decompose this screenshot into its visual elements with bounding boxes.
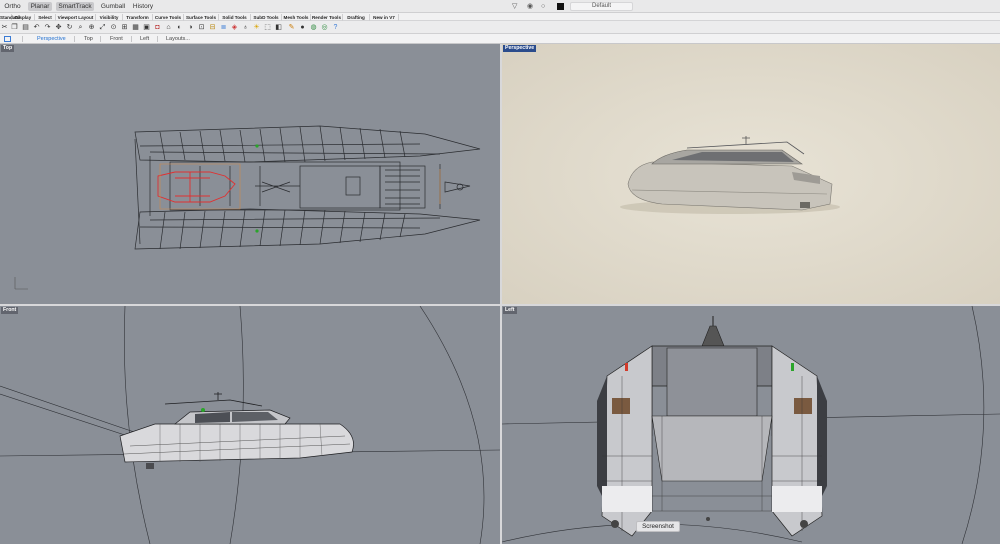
front-viewport[interactable]: Front	[0, 306, 500, 544]
zoom-icon[interactable]: ⌕	[76, 23, 85, 32]
tab-viewport-layout[interactable]: Viewport Layout	[56, 14, 96, 21]
material-icon[interactable]: ✎	[287, 23, 296, 32]
tab-drafting[interactable]: Drafting	[343, 14, 370, 21]
shaded-sphere-icon[interactable]: ●	[298, 23, 307, 32]
tab-separator	[22, 36, 23, 42]
tab-render-tools[interactable]: Render Tools	[311, 14, 343, 21]
front-viewport-title[interactable]: Front	[1, 307, 19, 314]
paste-icon[interactable]: ▤	[21, 23, 30, 32]
hide-icon[interactable]: ◐	[175, 23, 184, 32]
redo-icon[interactable]: ↷	[43, 23, 52, 32]
zoom-extents-icon[interactable]: ⤢	[98, 23, 107, 32]
planar-toggle[interactable]: Planar	[28, 2, 52, 11]
properties-icon[interactable]: ◈	[230, 23, 239, 32]
render-icon[interactable]: ◧	[274, 23, 283, 32]
help-icon[interactable]: ?	[331, 23, 340, 32]
tab-separator	[100, 36, 101, 42]
tab-select[interactable]: Select	[35, 14, 56, 21]
tab-curve-tools[interactable]: Curve Tools	[153, 14, 184, 21]
pan-icon[interactable]: ✥	[54, 23, 63, 32]
eye-icon[interactable]: ◉	[527, 2, 533, 11]
tab-new-in-v7[interactable]: New in V7	[370, 14, 399, 21]
ortho-toggle[interactable]: Ortho	[2, 2, 23, 11]
tab-mesh-tools[interactable]: Mesh Tools	[282, 14, 311, 21]
perspective-viewport[interactable]: Perspective	[502, 44, 1000, 304]
bulb-icon[interactable]: ♁	[241, 23, 250, 32]
left-view-wireframe	[502, 306, 1000, 544]
status-bar: Ortho Planar SmartTrack Gumball History …	[0, 0, 1000, 13]
viewport-divider-vertical[interactable]	[500, 44, 502, 544]
left-viewport-title[interactable]: Left	[503, 307, 517, 314]
show-icon[interactable]: ◑	[186, 23, 195, 32]
copy-icon[interactable]: ❐	[10, 23, 19, 32]
light-icon[interactable]: ☀	[252, 23, 261, 32]
four-viewports-icon[interactable]: ⊞	[120, 23, 129, 32]
gumball-toggle[interactable]: Gumball	[100, 2, 126, 11]
tab-layouts[interactable]: Layouts...	[166, 34, 190, 44]
viewport-divider-horizontal[interactable]	[0, 304, 1000, 306]
standard-toolbar: ✂ ❐ ▤ ↶ ↷ ✥ ↻ ⌕ ⊕ ⤢ ⊙ ⊞ ▦ ▣ ◘ ⌂ ◐ ◑ ⊡ ⊟ …	[0, 21, 1000, 34]
viewport-tabs: Perspective Top Front Left Layouts...	[0, 34, 1000, 44]
tab-separator	[131, 36, 132, 42]
top-viewport-title[interactable]: Top	[1, 45, 15, 52]
named-views-icon[interactable]: ▣	[142, 23, 151, 32]
tab-solid-tools[interactable]: Solid Tools	[219, 14, 251, 21]
filter-icon[interactable]: ▽	[512, 2, 517, 11]
viewport-grid-icon[interactable]	[4, 36, 11, 42]
options-icon[interactable]: ◎	[320, 23, 329, 32]
left-viewport[interactable]: Left	[502, 306, 1000, 544]
unlock-icon[interactable]: ⊟	[208, 23, 217, 32]
tab-front[interactable]: Front	[110, 34, 123, 44]
layer-icon[interactable]: ≣	[219, 23, 228, 32]
tab-separator	[74, 36, 75, 42]
tab-subd-tools[interactable]: SubD Tools	[251, 14, 282, 21]
tab-perspective[interactable]: Perspective	[37, 34, 66, 44]
cut-icon[interactable]: ✂	[0, 23, 9, 32]
tab-standard[interactable]: Standard	[0, 14, 20, 21]
zoom-selected-icon[interactable]: ⊙	[109, 23, 118, 32]
lock-icon[interactable]: ⊡	[197, 23, 206, 32]
tab-display[interactable]: Display	[12, 14, 35, 21]
top-viewport[interactable]: Top	[0, 44, 500, 304]
current-layer-field[interactable]: Default	[570, 2, 633, 11]
layer-color-swatch[interactable]	[557, 3, 564, 10]
camera-icon[interactable]: ◘	[153, 23, 162, 32]
perspective-render	[502, 44, 1000, 304]
perspective-viewport-title[interactable]: Perspective	[503, 45, 537, 52]
screenshot-tooltip: Screenshot	[636, 521, 680, 532]
tab-visibility[interactable]: Visibility	[96, 14, 123, 21]
trash-icon[interactable]: ⌂	[164, 23, 173, 32]
tab-left[interactable]: Left	[140, 34, 149, 44]
tab-separator	[157, 36, 158, 42]
smarttrack-toggle[interactable]: SmartTrack	[56, 2, 94, 11]
front-view-wireframe	[0, 306, 500, 544]
rhino-window: Ortho Planar SmartTrack Gumball History …	[0, 0, 1000, 544]
world-icon[interactable]: ◍	[309, 23, 318, 32]
circle-icon[interactable]: ○	[541, 2, 545, 11]
toolbar-tabs: Standard Display Select Viewport Layout …	[0, 13, 1000, 21]
history-toggle[interactable]: History	[131, 2, 155, 11]
select-icon[interactable]: ⬚	[263, 23, 272, 32]
tab-transform[interactable]: Transform	[123, 14, 153, 21]
top-view-wireframe	[14, 125, 481, 290]
tab-top[interactable]: Top	[84, 34, 93, 44]
tab-surface-tools[interactable]: Surface Tools	[184, 14, 219, 21]
zoom-window-icon[interactable]: ⊕	[87, 23, 96, 32]
grid-icon[interactable]: ▦	[131, 23, 140, 32]
undo-icon[interactable]: ↶	[32, 23, 41, 32]
rotate-view-icon[interactable]: ↻	[65, 23, 74, 32]
